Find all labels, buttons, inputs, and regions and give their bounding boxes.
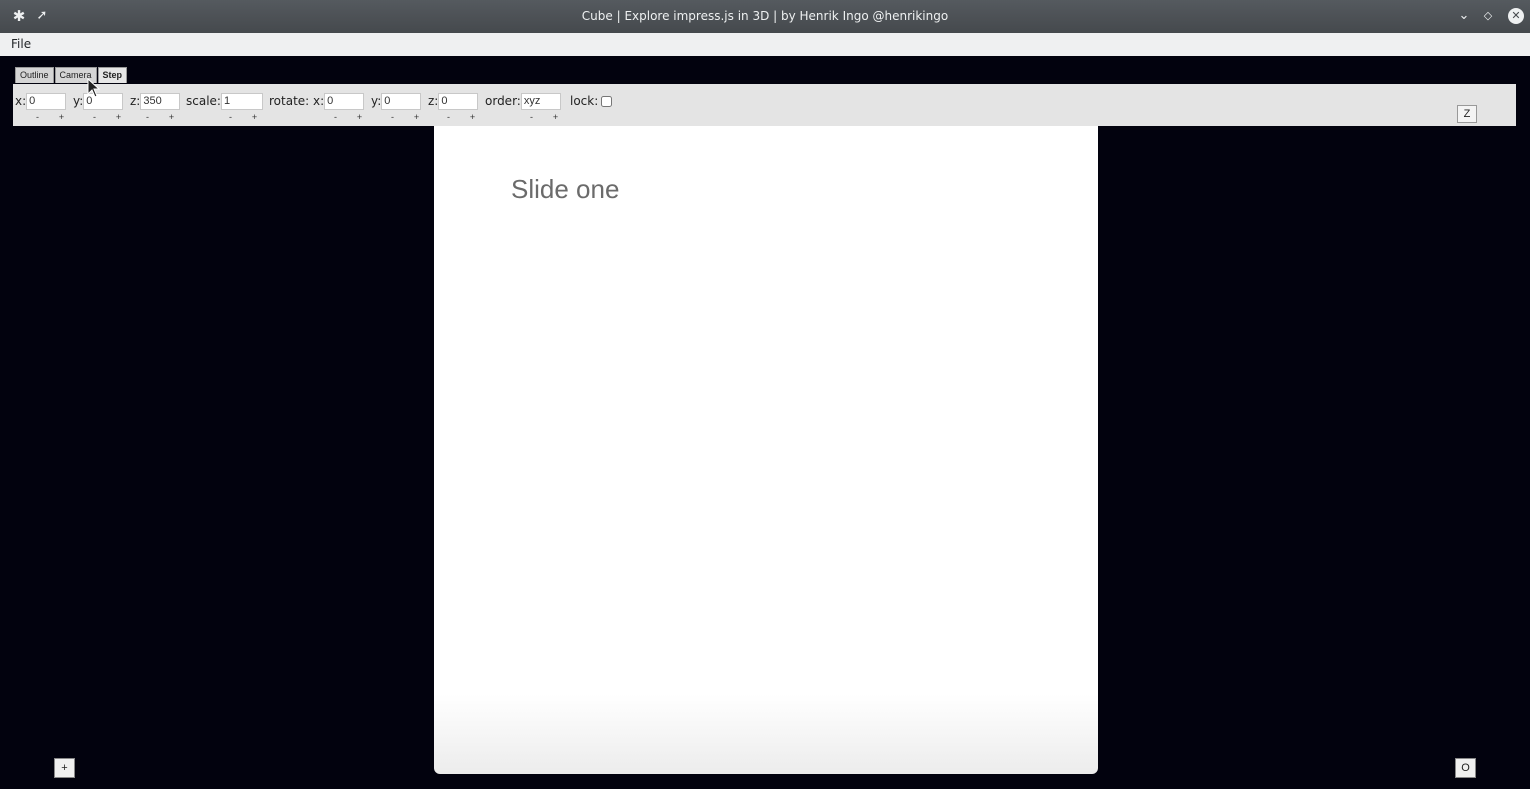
lock-label: lock: (570, 94, 599, 108)
window-title: Cube | Explore impress.js in 3D | by Hen… (581, 9, 949, 23)
step-toolbar: x: -+ y: -+ z: -+ scale: -+ rotate: x: (13, 84, 1516, 126)
editor-tabs: Outline Camera Step (15, 67, 128, 84)
x-minus-button[interactable]: - (33, 111, 42, 123)
order-input[interactable] (520, 92, 561, 110)
maximize-icon[interactable]: ◇ (1480, 8, 1496, 24)
z-input[interactable] (140, 92, 181, 110)
y-stepper: - + (90, 111, 123, 123)
scale-input[interactable] (220, 92, 263, 110)
order-minus-button[interactable]: - (527, 111, 536, 123)
x-input[interactable] (26, 92, 67, 110)
menu-file[interactable]: File (11, 37, 31, 51)
x-field: x: (15, 92, 67, 110)
x-label: x: (15, 94, 27, 108)
rotate-z-minus-button[interactable]: - (444, 111, 453, 123)
minimize-icon[interactable]: ⌄ (1456, 8, 1472, 24)
rotate-z-stepper: - + (444, 111, 477, 123)
rotate-z-field: z: (428, 92, 479, 110)
rotate-z-input[interactable] (438, 92, 479, 110)
order-plus-button[interactable]: + (551, 111, 560, 123)
scale-plus-button[interactable]: + (250, 111, 259, 123)
rotate-y-field: y: (371, 92, 422, 110)
z-minus-button[interactable]: - (143, 111, 152, 123)
z-label: z: (130, 94, 141, 108)
mouse-cursor-icon (87, 78, 101, 98)
order-field: order: (485, 92, 561, 110)
rotate-x-plus-button[interactable]: + (355, 111, 364, 123)
z-plus-button[interactable]: + (167, 111, 176, 123)
rotate-y-input[interactable] (381, 92, 422, 110)
scale-field: scale: (186, 92, 263, 110)
y-label: y: (73, 94, 84, 108)
y-plus-button[interactable]: + (114, 111, 123, 123)
tab-step[interactable]: Step (97, 67, 128, 83)
menu-bar: File (0, 33, 1530, 56)
scale-minus-button[interactable]: - (226, 111, 235, 123)
x-stepper: - + (33, 111, 66, 123)
rotate-x-field: rotate: x: (269, 92, 365, 110)
z-button[interactable]: Z (1457, 105, 1477, 123)
z-stepper: - + (143, 111, 176, 123)
x-plus-button[interactable]: + (57, 111, 66, 123)
lock-field: lock: (570, 92, 613, 110)
add-step-button[interactable]: + (54, 758, 75, 778)
rotate-z-label: z: (428, 94, 439, 108)
overview-button[interactable]: O (1455, 758, 1476, 778)
rotate-z-plus-button[interactable]: + (468, 111, 477, 123)
rotate-y-plus-button[interactable]: + (412, 111, 421, 123)
title-bar: ✱ ➚ Cube | Explore impress.js in 3D | by… (0, 0, 1530, 33)
rotate-x-label: rotate: x: (269, 94, 325, 108)
tab-outline[interactable]: Outline (15, 67, 54, 83)
order-stepper: - + (527, 111, 560, 123)
rotate-y-stepper: - + (388, 111, 421, 123)
scale-label: scale: (186, 94, 221, 108)
close-icon[interactable]: ✕ (1508, 8, 1524, 24)
z-field: z: (130, 92, 181, 110)
lock-checkbox[interactable] (601, 95, 613, 107)
order-label: order: (485, 94, 521, 108)
rotate-y-minus-button[interactable]: - (388, 111, 397, 123)
rotate-x-minus-button[interactable]: - (331, 111, 340, 123)
slide-title: Slide one (511, 174, 620, 204)
app-window: ✱ ➚ Cube | Explore impress.js in 3D | by… (0, 0, 1530, 789)
rotate-x-input[interactable] (324, 92, 365, 110)
scale-stepper: - + (226, 111, 259, 123)
y-minus-button[interactable]: - (90, 111, 99, 123)
slide[interactable]: Slide one (434, 110, 1098, 774)
rotate-x-stepper: - + (331, 111, 364, 123)
rotate-y-label: y: (371, 94, 382, 108)
